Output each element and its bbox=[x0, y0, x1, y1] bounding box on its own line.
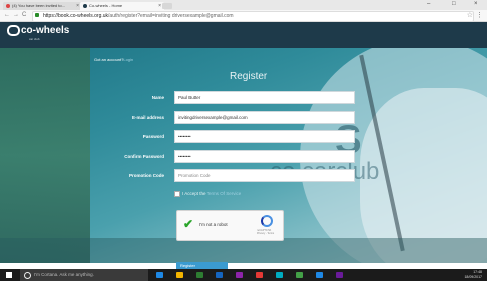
reload-button[interactable]: C bbox=[22, 10, 26, 21]
tab-co-wheels[interactable]: Co-wheels - Home × bbox=[80, 2, 164, 10]
name-label: Name bbox=[151, 95, 164, 100]
taskbar-app-icon[interactable] bbox=[316, 272, 323, 278]
terms-checkbox[interactable] bbox=[174, 191, 180, 197]
promotion-code-label: Promotion Code bbox=[129, 173, 164, 178]
taskbar-app-icon[interactable] bbox=[296, 272, 303, 278]
back-button[interactable]: ← bbox=[4, 10, 10, 21]
terms-prefix: I Accept the bbox=[182, 191, 206, 197]
browser-menu-icon[interactable]: ⋮ bbox=[476, 10, 483, 21]
clock-date: 18/09/2017 bbox=[464, 275, 482, 279]
bookmark-star-icon[interactable]: ☆ bbox=[467, 10, 473, 21]
taskbar-app-icon[interactable] bbox=[236, 272, 243, 278]
taskbar-app-icon[interactable] bbox=[196, 272, 203, 278]
taskbar-app-icon[interactable] bbox=[276, 272, 283, 278]
captcha-label: I'm not a robot bbox=[199, 222, 228, 227]
taskbar-app-icon[interactable] bbox=[256, 272, 263, 278]
logo-text: co-wheels bbox=[21, 25, 70, 37]
forward-button[interactable]: → bbox=[13, 10, 19, 21]
tab-close-icon[interactable]: × bbox=[158, 2, 161, 10]
gmail-icon bbox=[6, 3, 10, 8]
url-input[interactable]: https://book.co-wheels.org.uk/auth/regis… bbox=[32, 11, 474, 22]
taskbar-app-icon[interactable] bbox=[156, 272, 163, 278]
co-wheels-logo[interactable]: co-wheels bbox=[7, 25, 69, 36]
new-tab-button[interactable] bbox=[162, 3, 172, 9]
tab-invite[interactable]: (4) You have been invited to... × bbox=[3, 2, 82, 10]
cortana-placeholder: I'm Cortana. Ask me anything. bbox=[34, 272, 94, 277]
windows-start-icon[interactable] bbox=[6, 272, 12, 278]
confirm-password-label: Confirm Password bbox=[124, 154, 164, 159]
name-field[interactable] bbox=[174, 91, 355, 104]
logo-wheel-icon bbox=[7, 25, 20, 36]
taskbar-app-icon[interactable] bbox=[336, 272, 343, 278]
logo-subtitle: car club bbox=[29, 37, 40, 41]
recaptcha-widget[interactable]: ✔ I'm not a robot reCAPTCHA Privacy - Ter… bbox=[176, 210, 284, 241]
email-field[interactable] bbox=[174, 111, 355, 124]
got-account-label: Got an account? bbox=[94, 57, 124, 62]
url-host: https://book.co-wheels.org.uk bbox=[43, 13, 109, 19]
confirm-password-field[interactable] bbox=[174, 150, 355, 163]
url-path: /auth/register?email=inviting driversexa… bbox=[108, 13, 234, 19]
co-wheels-favicon-icon bbox=[83, 3, 87, 8]
login-link[interactable]: Login bbox=[123, 57, 133, 62]
minimize-button[interactable]: – bbox=[427, 1, 430, 7]
browser-tab-strip: (4) You have been invited to... × Co-whe… bbox=[0, 0, 487, 10]
system-tray: 17:48 18/09/2017 bbox=[464, 270, 482, 280]
trees-background bbox=[0, 48, 90, 263]
cortana-search-box[interactable]: I'm Cortana. Ask me anything. bbox=[20, 269, 148, 281]
terms-row: I Accept the Terms Of Service bbox=[174, 191, 241, 197]
tab-co-wheels-label: Co-wheels - Home bbox=[89, 3, 123, 8]
close-window-button[interactable]: × bbox=[474, 1, 478, 7]
password-label: Password bbox=[142, 134, 164, 139]
captcha-sub: Privacy - Terms bbox=[257, 232, 275, 235]
maximize-button[interactable]: □ bbox=[452, 1, 456, 7]
tab-invite-label: (4) You have been invited to... bbox=[12, 3, 65, 8]
got-account-text: Got an account?Login bbox=[94, 57, 133, 62]
address-bar: ← → C https://book.co-wheels.org.uk/auth… bbox=[0, 10, 487, 22]
taskbar-app-icon[interactable] bbox=[216, 272, 223, 278]
promotion-code-field[interactable] bbox=[174, 169, 355, 182]
lock-icon bbox=[35, 13, 39, 17]
site-header: co-wheels car club bbox=[0, 22, 487, 48]
checkmark-icon[interactable]: ✔ bbox=[183, 217, 193, 231]
ground-shade bbox=[0, 238, 487, 263]
register-button-label: Register bbox=[180, 263, 195, 268]
password-field[interactable] bbox=[174, 130, 355, 143]
taskbar-app-icon[interactable] bbox=[176, 272, 183, 278]
terms-link[interactable]: Terms Of Service bbox=[207, 191, 242, 196]
recaptcha-logo-icon bbox=[261, 215, 273, 227]
register-title: Register bbox=[230, 71, 268, 82]
captcha-brand: reCAPTCHA Privacy - Terms bbox=[257, 229, 274, 235]
tab-close-icon[interactable]: × bbox=[76, 2, 79, 10]
cortana-circle-icon bbox=[24, 272, 31, 279]
windows-taskbar: I'm Cortana. Ask me anything. 17:48 18/0… bbox=[0, 269, 487, 281]
email-label: E-mail address bbox=[131, 115, 164, 120]
